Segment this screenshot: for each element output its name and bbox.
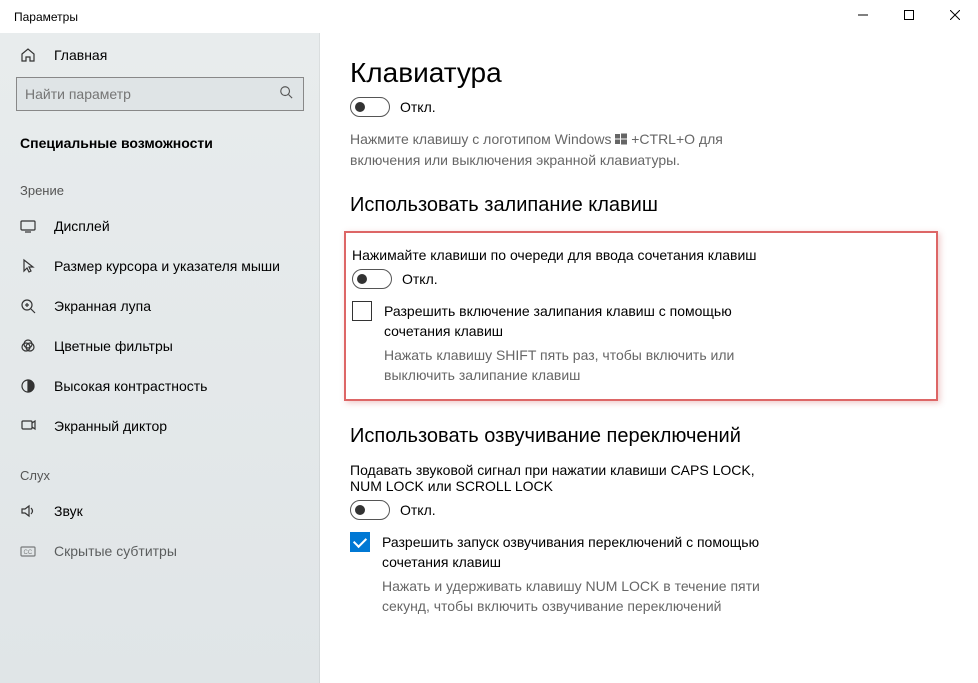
magnifier-icon [20,298,40,314]
sidebar-item-color-filters[interactable]: Цветные фильтры [0,326,320,366]
sidebar-item-label: Высокая контрастность [54,378,207,394]
sidebar-section-vision: Зрение [0,161,320,206]
toggle-keys-toggle[interactable] [350,500,390,520]
sidebar-item-contrast[interactable]: Высокая контрастность [0,366,320,406]
search-icon [279,85,295,104]
cc-icon: CC [20,543,40,559]
windows-logo-icon [615,130,627,150]
sidebar-item-cc[interactable]: CC Скрытые субтитры [0,531,320,571]
onscreen-keyboard-toggle[interactable] [350,97,390,117]
color-filters-icon [20,338,40,354]
sidebar-home-label: Главная [54,47,107,63]
toggle-state: Откл. [402,271,438,287]
sidebar-item-magnifier[interactable]: Экранная лупа [0,286,320,326]
sidebar-item-label: Скрытые субтитры [54,543,177,559]
sidebar-item-display[interactable]: Дисплей [0,206,320,246]
sidebar-item-label: Дисплей [54,218,110,234]
titlebar: Параметры [0,0,978,33]
search-box[interactable] [16,77,304,111]
minimize-button[interactable] [840,0,886,30]
toggle-keys-shortcut-desc: Нажать и удерживать клавишу NUM LOCK в т… [382,576,782,616]
section-toggle-keys: Использовать озвучивание переключений [350,425,938,448]
toggle-keys-label: Подавать звуковой сигнал при нажатии кла… [350,462,790,494]
main-content: Клавиатура Откл. Нажмите клавишу с логот… [320,33,978,683]
sticky-keys-label: Нажимайте клавиши по очереди для ввода с… [352,247,918,263]
sidebar-item-narrator[interactable]: Экранный диктор [0,406,320,446]
sidebar-item-label: Звук [54,503,83,519]
cursor-icon [20,258,40,274]
onscreen-keyboard-hint: Нажмите клавишу с логотипом Windows +CTR… [350,129,790,170]
search-input[interactable] [25,86,279,102]
toggle-state: Откл. [400,99,436,115]
toggle-keys-shortcut-checkbox[interactable] [350,532,370,552]
sidebar-item-label: Размер курсора и указателя мыши [54,258,280,274]
audio-icon [20,503,40,519]
window-controls [840,0,978,30]
home-icon [20,47,40,63]
sticky-keys-shortcut-label: Разрешить включение залипания клавиш с п… [384,301,792,341]
svg-text:CC: CC [24,550,33,556]
contrast-icon [20,378,40,394]
sticky-keys-highlight: Нажимайте клавиши по очереди для ввода с… [344,231,938,401]
toggle-keys-shortcut-label: Разрешить запуск озвучивания переключени… [382,532,790,572]
sidebar-home[interactable]: Главная [0,37,320,73]
window-title: Параметры [14,10,78,24]
section-sticky-keys: Использовать залипание клавиш [350,194,938,217]
sidebar-section-hearing: Слух [0,446,320,491]
page-title: Клавиатура [350,57,938,89]
narrator-icon [20,418,40,434]
sidebar-category[interactable]: Специальные возможности [0,125,320,161]
maximize-button[interactable] [886,0,932,30]
sticky-keys-shortcut-checkbox[interactable] [352,301,372,321]
toggle-state: Откл. [400,502,436,518]
display-icon [20,218,40,234]
sidebar-item-label: Экранная лупа [54,298,151,314]
sidebar-item-label: Цветные фильтры [54,338,173,354]
close-button[interactable] [932,0,978,30]
sticky-keys-toggle[interactable] [352,269,392,289]
sidebar-item-cursor[interactable]: Размер курсора и указателя мыши [0,246,320,286]
sticky-keys-shortcut-desc: Нажать клавишу SHIFT пять раз, чтобы вкл… [384,345,784,385]
sidebar-item-label: Экранный диктор [54,418,167,434]
sidebar: Главная Специальные возможности Зрение Д… [0,33,320,683]
sidebar-item-audio[interactable]: Звук [0,491,320,531]
